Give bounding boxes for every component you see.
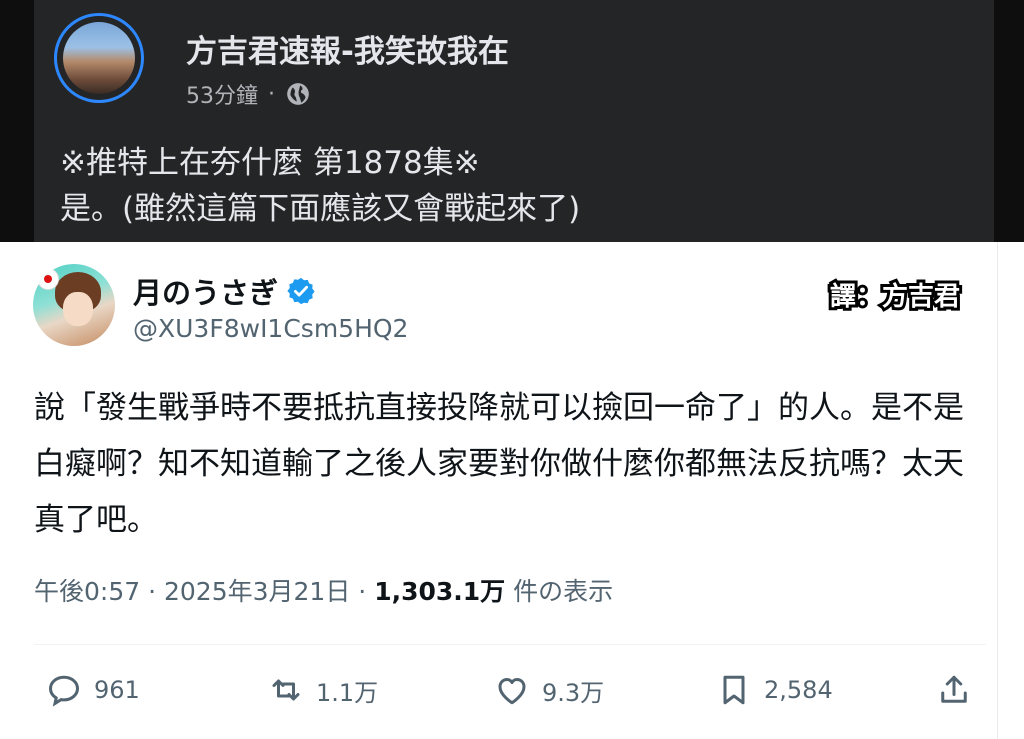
dot-separator: · [358,577,367,606]
tweet-actions: 961 1.1万 9.3万 2,584 [0,672,1000,722]
retweet-icon [272,679,300,701]
tweet-handle[interactable]: @XU3F8wI1Csm5HQ2 [133,314,408,343]
divider [34,644,986,645]
page-avatar-ring[interactable] [54,13,144,103]
flag-icon [37,268,59,290]
reply-button[interactable]: 961 [46,672,140,708]
tweet-timestamp: 午後0:57 · 2025年3月21日 · 1,303.1万 件の表示 [34,572,613,608]
avatar-face [63,292,93,326]
tweet-date[interactable]: 2025年3月21日 [164,577,350,606]
page-name[interactable]: 方吉君速報-我笑故我在 [186,26,509,71]
bookmark-count: 2,584 [764,676,833,704]
tweet-author-name-row[interactable]: 月のうさぎ [133,270,316,312]
post-text-line1: ※推特上在夯什麼 第1878集※ [60,145,480,181]
reply-count: 961 [94,676,140,704]
heart-icon [498,678,526,705]
dot-separator: · [148,577,157,606]
post-time[interactable]: 53分鐘 [186,78,258,110]
share-button[interactable] [936,672,972,708]
frame-right [994,0,1024,242]
meta-separator: · [268,81,275,107]
globe-icon [287,83,309,105]
like-button[interactable]: 9.3万 [494,672,604,708]
bookmark-button[interactable]: 2,584 [716,672,833,708]
share-icon [941,675,967,703]
bookmark-icon [723,675,745,705]
views-count: 1,303.1万 [374,577,506,606]
facebook-post-header: 方吉君速報-我笑故我在 53分鐘 · ※推特上在夯什麼 第1878集※ 是。(雖… [0,0,1024,242]
verified-badge-icon [287,277,315,305]
retweet-count: 1.1万 [316,678,379,707]
tweet-avatar[interactable] [33,264,115,346]
tweet-card: 月のうさぎ @XU3F8wI1Csm5HQ2 譯：方吉君 說「發生戰爭時不要抵抗… [0,242,1024,739]
frame-left [0,0,34,242]
like-count: 9.3万 [542,678,605,707]
tweet-time[interactable]: 午後0:57 [34,577,140,606]
post-text-line2: 是。(雖然這篇下面應該又會戰起來了) [60,191,581,227]
page-avatar[interactable] [63,22,135,94]
views-label: 件の表示 [513,577,614,606]
translator-label: 譯：方吉君 [827,279,963,315]
tweet-body: 說「發生戰爭時不要抵抗直接投降就可以撿回一命了」的人。是不是白癡啊？知不知道輸了… [34,390,964,538]
card-edge [997,242,1024,739]
post-meta: 53分鐘 · [186,78,311,110]
reply-icon [48,675,80,707]
tweet-author-name[interactable]: 月のうさぎ [133,270,278,312]
retweet-button[interactable]: 1.1万 [268,672,378,708]
